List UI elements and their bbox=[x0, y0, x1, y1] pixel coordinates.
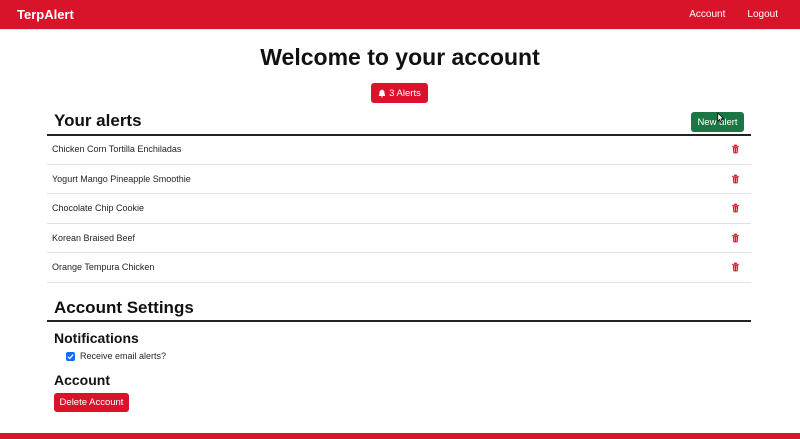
alert-list: Chicken Corn Tortilla Enchiladas Yogurt … bbox=[47, 135, 751, 283]
account-heading: Account bbox=[54, 372, 110, 388]
alerts-count-button[interactable]: 3 Alerts bbox=[371, 83, 428, 103]
alert-name: Korean Braised Beef bbox=[52, 232, 136, 243]
alerts-count-label: 3 Alerts bbox=[389, 87, 421, 99]
alert-name: Chicken Corn Tortilla Enchiladas bbox=[52, 144, 182, 155]
nav-link-account[interactable]: Account bbox=[689, 9, 725, 20]
alert-row: Chocolate Chip Cookie bbox=[47, 194, 751, 224]
delete-account-button[interactable]: Delete Account bbox=[54, 393, 129, 412]
account-settings-title: Account Settings bbox=[54, 298, 194, 317]
cursor-icon bbox=[717, 112, 725, 123]
bell-icon bbox=[378, 88, 386, 97]
top-navbar: TerpAlert Account Logout bbox=[0, 0, 800, 30]
alert-name: Chocolate Chip Cookie bbox=[52, 203, 145, 214]
alert-row: Korean Braised Beef bbox=[47, 224, 751, 253]
notifications-heading: Notifications bbox=[54, 330, 139, 346]
alert-row: Orange Tempura Chicken bbox=[47, 253, 751, 283]
alert-name: Yogurt Mango Pineapple Smoothie bbox=[52, 173, 191, 184]
email-alerts-checkbox[interactable] bbox=[66, 351, 75, 361]
trash-icon[interactable] bbox=[731, 144, 740, 154]
alert-row: Chicken Corn Tortilla Enchiladas bbox=[47, 135, 751, 165]
settings-divider bbox=[47, 320, 751, 322]
checkmark-icon bbox=[67, 353, 74, 359]
trash-icon[interactable] bbox=[731, 203, 740, 213]
page-title: Welcome to your account bbox=[260, 44, 540, 70]
trash-icon[interactable] bbox=[731, 262, 740, 272]
trash-icon[interactable] bbox=[731, 174, 740, 184]
alert-row: Yogurt Mango Pineapple Smoothie bbox=[47, 165, 751, 194]
alert-name: Orange Tempura Chicken bbox=[52, 262, 155, 273]
nav-links: Account Logout bbox=[689, 9, 778, 20]
footer-bar bbox=[0, 433, 800, 439]
email-alerts-label: Receive email alerts? bbox=[80, 351, 167, 361]
trash-icon[interactable] bbox=[731, 233, 740, 243]
nav-link-logout[interactable]: Logout bbox=[747, 9, 778, 20]
alerts-section-title: Your alerts bbox=[54, 111, 142, 130]
brand-logo[interactable]: TerpAlert bbox=[17, 7, 74, 22]
email-alerts-option[interactable]: Receive email alerts? bbox=[66, 351, 166, 361]
